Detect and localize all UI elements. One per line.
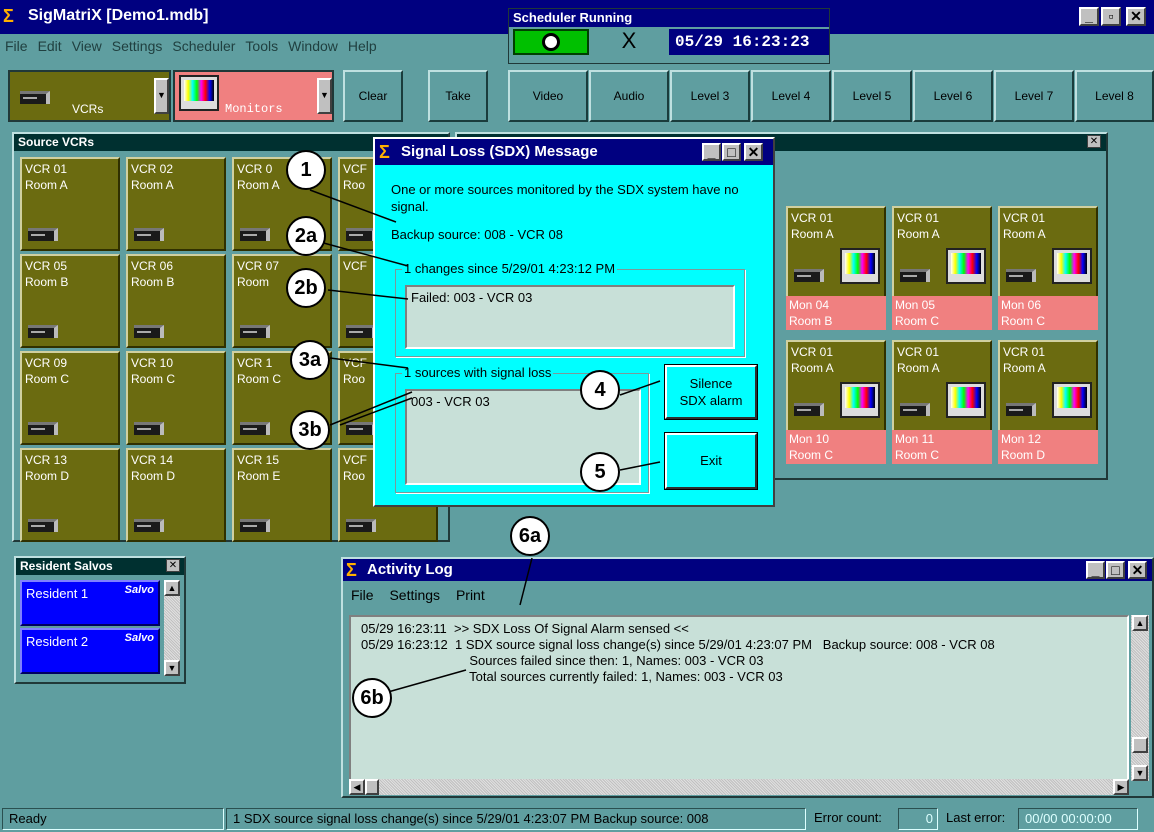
callout-3a: 3a [290, 340, 330, 380]
callout-lines [309, 189, 661, 693]
callout-5: 5 [580, 452, 620, 492]
callout-1: 1 [286, 150, 326, 190]
callout-6b: 6b [352, 678, 392, 718]
callout-2b: 2b [286, 268, 326, 308]
callout-2a: 2a [286, 216, 326, 256]
callout-6a: 6a [510, 516, 550, 556]
callout-4: 4 [580, 370, 620, 410]
callout-3b: 3b [290, 410, 330, 450]
